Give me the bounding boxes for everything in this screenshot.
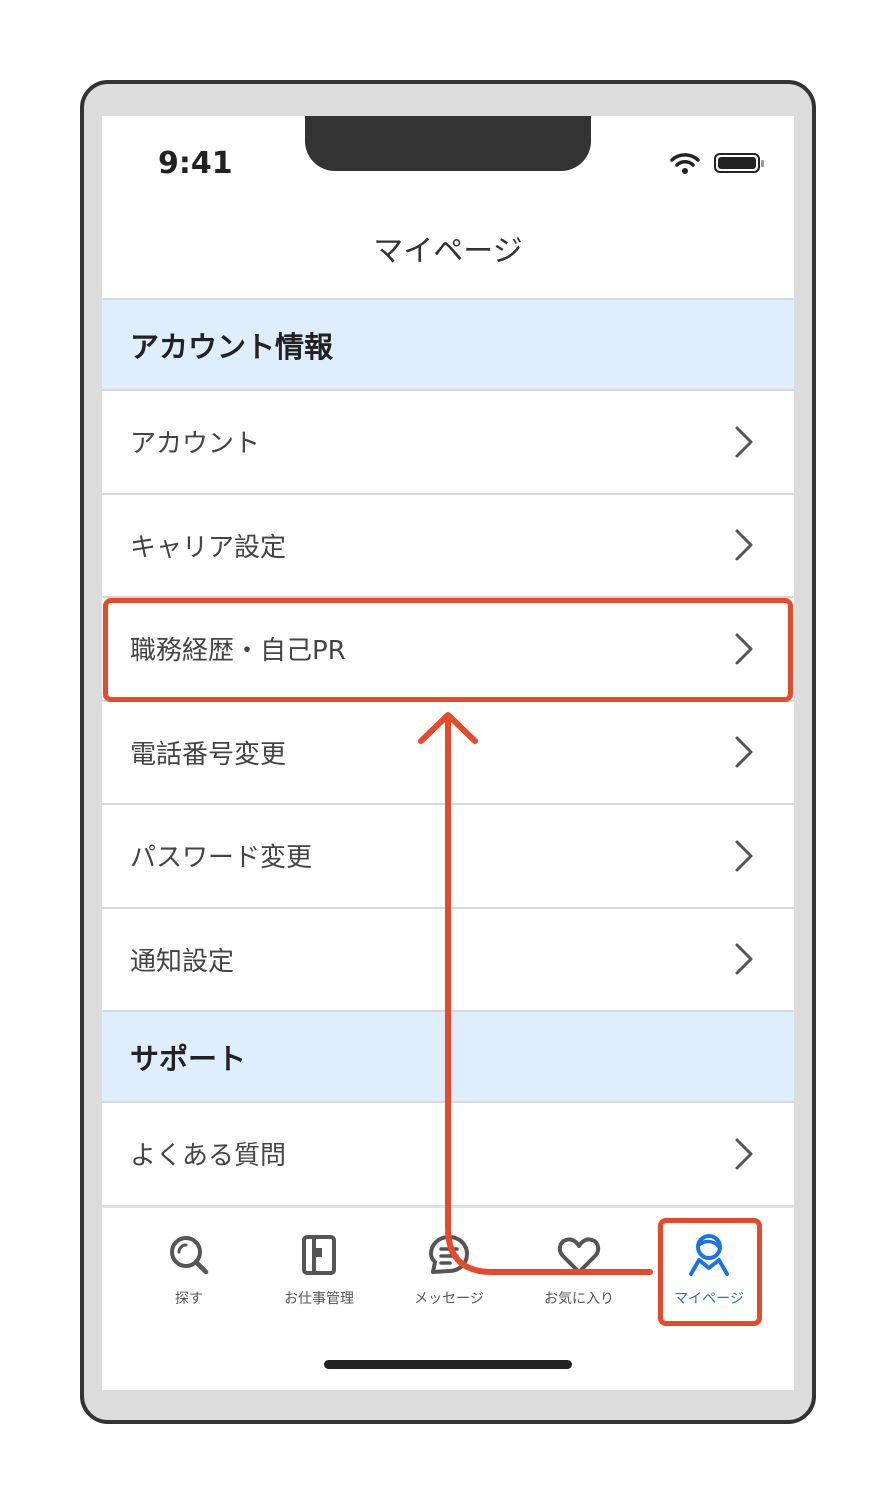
tab-label: お仕事管理 [284, 1291, 354, 1307]
phone-screen: 9:41 マイページ アカウント情報 アカウント キャリア設定 職務経歴・自己P… [102, 116, 794, 1390]
list-item-phone-change[interactable]: 電話番号変更 [102, 701, 794, 805]
highlight-box-work-history [103, 598, 793, 702]
chevron-right-icon [735, 529, 753, 561]
page-title: マイページ [373, 234, 523, 269]
list-item-faq[interactable]: よくある質問 [102, 1103, 794, 1207]
home-indicator [324, 1360, 572, 1369]
highlight-box-mypage-tab [658, 1218, 762, 1326]
battery-icon [714, 153, 764, 173]
tab-favorites[interactable]: お気に入り [514, 1220, 644, 1330]
list-item-account[interactable]: アカウント [102, 391, 794, 495]
tab-label: お気に入り [544, 1291, 614, 1307]
tab-bar-divider [102, 1206, 794, 1208]
list-item-label: アカウント [130, 429, 261, 460]
search-icon [170, 1236, 209, 1275]
tab-job-management[interactable]: お仕事管理 [254, 1220, 384, 1330]
tab-search[interactable]: 探す [124, 1220, 254, 1330]
tab-label: 探す [175, 1291, 203, 1307]
section-header-account-info: アカウント情報 [102, 300, 794, 391]
list-item-notification-settings[interactable]: 通知設定 [102, 908, 794, 1012]
list-item-password-change[interactable]: パスワード変更 [102, 805, 794, 909]
list-item-label: パスワード変更 [130, 843, 313, 874]
list-item-label: 通知設定 [130, 946, 235, 977]
chevron-right-icon [735, 426, 753, 458]
job-management-icon [302, 1235, 336, 1275]
chevron-right-icon [735, 736, 753, 768]
settings-list: アカウント情報 アカウント キャリア設定 職務経歴・自己PR 電話番号変更 パス… [102, 300, 794, 1207]
heart-icon [557, 1237, 601, 1274]
chevron-right-icon [735, 840, 753, 872]
list-item-label: キャリア設定 [130, 532, 287, 563]
status-time: 9:41 [158, 146, 233, 181]
chevron-right-icon [735, 943, 753, 975]
list-item-label: 電話番号変更 [130, 739, 287, 770]
wifi-icon [670, 153, 700, 174]
list-item-label: よくある質問 [130, 1141, 287, 1172]
section-header-support: サポート [102, 1012, 794, 1103]
chevron-right-icon [735, 1138, 753, 1170]
list-item-career-settings[interactable]: キャリア設定 [102, 494, 794, 598]
message-icon [429, 1235, 469, 1274]
status-icons [670, 152, 764, 174]
tab-label: メッセージ [414, 1291, 484, 1307]
tab-message[interactable]: メッセージ [384, 1220, 514, 1330]
notch [305, 116, 591, 171]
